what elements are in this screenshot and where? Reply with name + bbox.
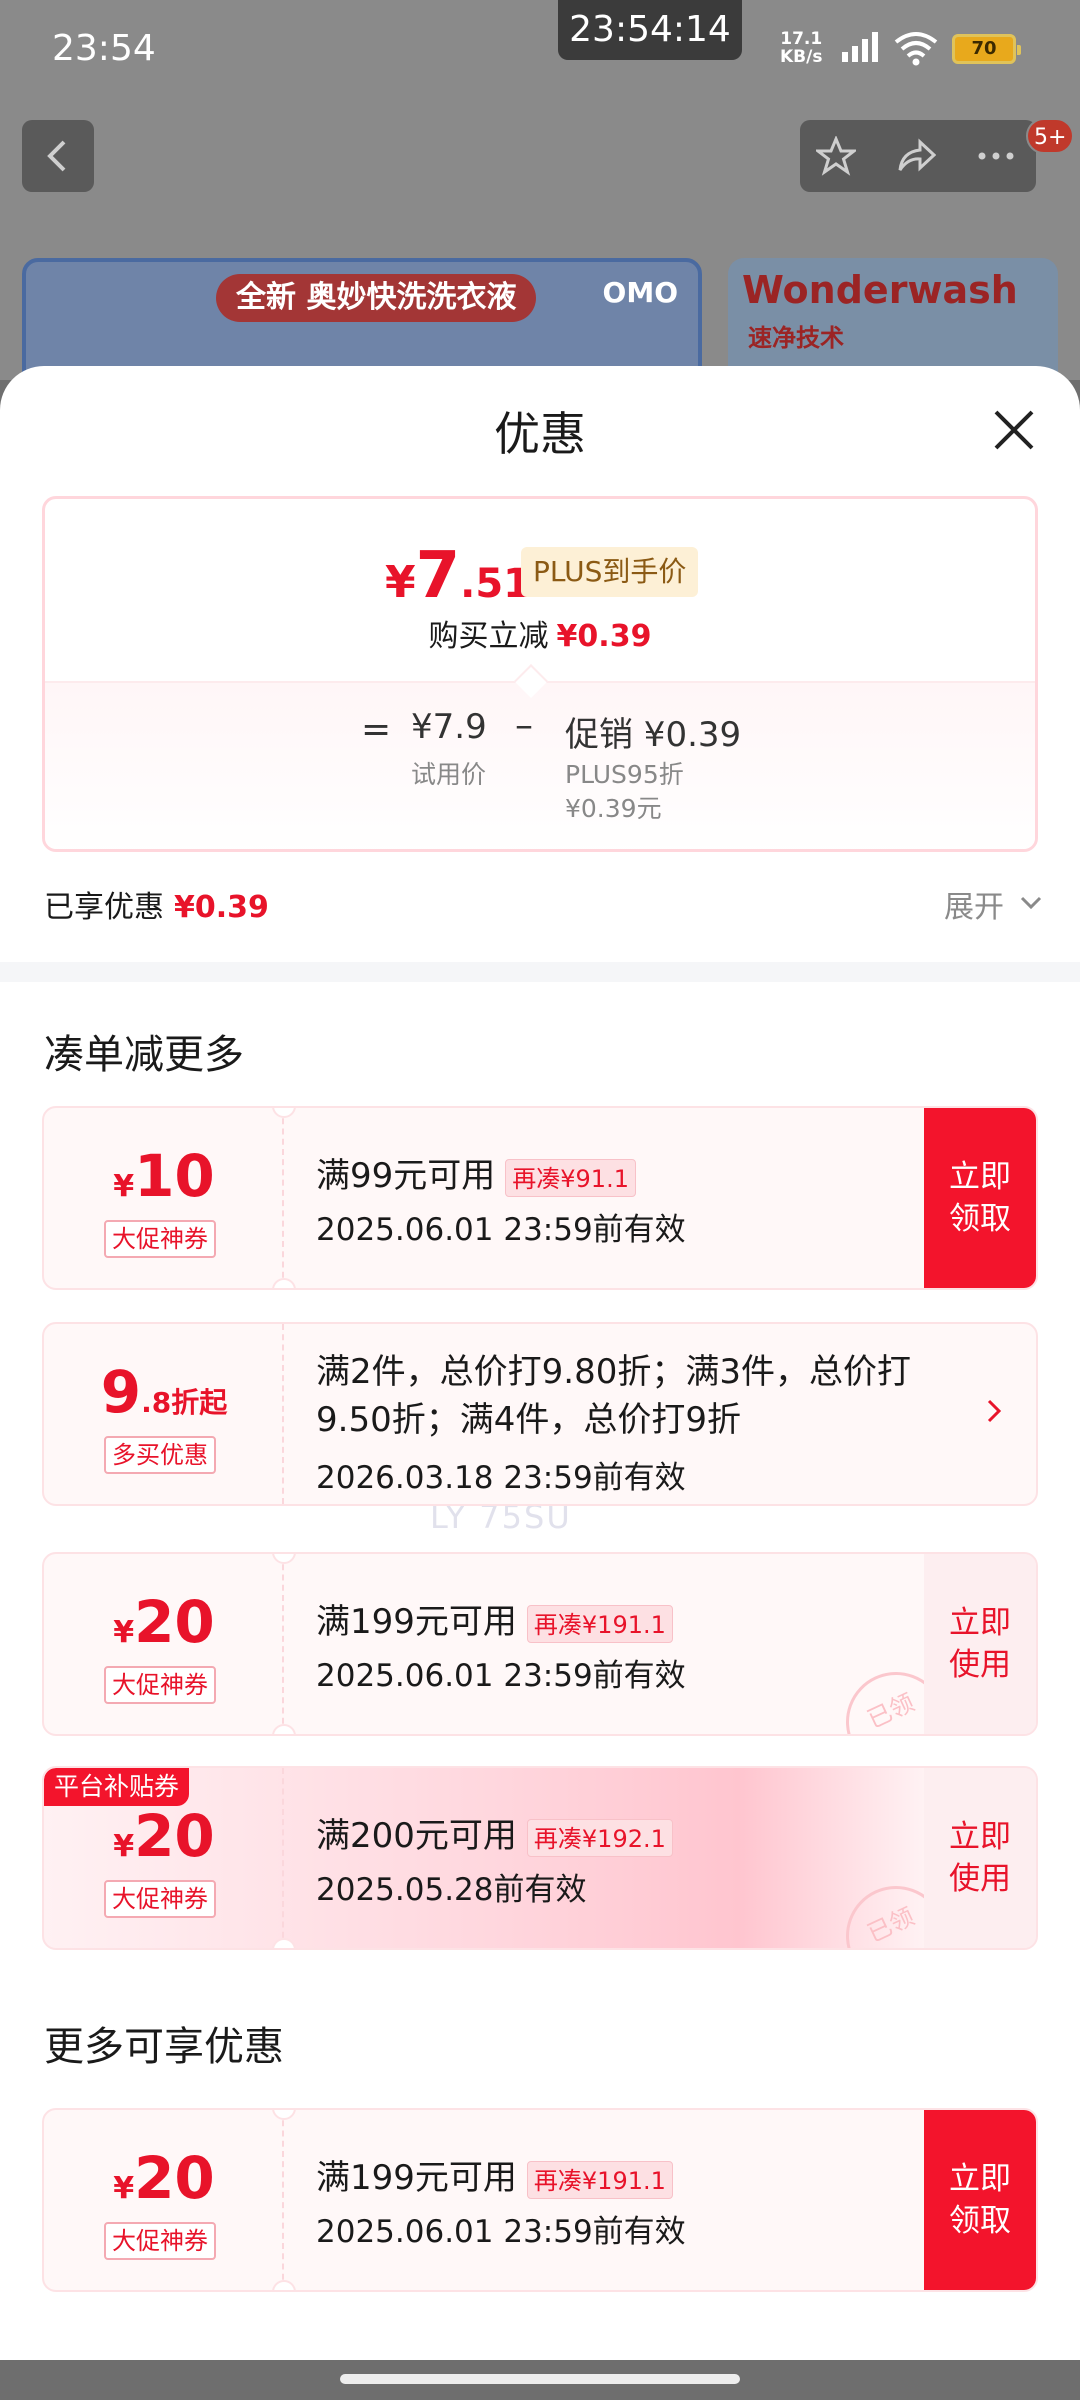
use-button[interactable]: 立即 使用: [924, 1768, 1036, 1948]
coupon-validity: 2025.06.01 23:59前有效: [316, 1212, 686, 1248]
status-bar: 23:54 23:54:14 17.1 KB/s 70: [0, 0, 1080, 100]
more-icon[interactable]: [976, 136, 1016, 176]
wifi-icon: [894, 32, 938, 66]
share-icon[interactable]: [896, 136, 936, 176]
claim-button[interactable]: 立即 领取: [924, 2110, 1036, 2290]
status-time: 23:54: [52, 28, 156, 69]
base-price-label: 试用价: [411, 760, 487, 789]
coupon-card: ¥10 大促神券 满99元可用 再凑¥91.1 2025.06.01 23:59前…: [42, 1106, 1038, 1290]
coupon-validity: 2026.03.18 23:59前有效: [316, 1460, 686, 1496]
coupon-amount: 9.8折起: [100, 1358, 228, 1426]
status-clock: 23:54:14: [558, 0, 742, 60]
coupon-type-badge: 大促神券: [104, 1880, 216, 1918]
base-price: ¥7.9: [411, 707, 487, 747]
notification-badge: 5+: [1026, 118, 1075, 154]
nav-actions: [800, 120, 1036, 192]
coupon-amount: ¥20: [113, 1802, 215, 1870]
promo-discount: 促销 ¥0.39: [565, 715, 742, 755]
banner-title: Wonderwash: [742, 268, 1018, 312]
brand-logo: OMO: [602, 276, 678, 309]
coupon-card: ¥20 大促神券 满199元可用 再凑¥191.1 2025.06.01 23:5…: [42, 2108, 1038, 2292]
coupon-card-platform: 平台补贴券 ¥20 大促神券 满200元可用 再凑¥192.1 2025.05.2…: [42, 1766, 1038, 1950]
star-icon[interactable]: [816, 136, 856, 176]
home-indicator[interactable]: [340, 2374, 740, 2384]
plus-price-tag: PLUS到手价: [521, 547, 699, 597]
add-more-tag: 再凑¥91.1: [505, 1158, 636, 1197]
platform-subsidy-tag: 平台补贴券: [44, 1768, 190, 1806]
coupon-condition: 满99元可用 再凑¥91.1: [316, 1148, 636, 1197]
coupon-amount: ¥20: [113, 1588, 215, 1656]
add-more-tag: 再凑¥191.1: [526, 1604, 673, 1643]
banner-tag: 全新 奥妙快洗洗衣液: [216, 274, 537, 322]
price-summary-card: ¥7.51 PLUS到手价 购买立减 ¥0.39 = ¥7.9 试用价 – 促销 …: [42, 496, 1038, 852]
signal-icon: [842, 32, 878, 62]
background-page: 23:54 23:54:14 17.1 KB/s 70 5+ 全新 奥妙快洗洗衣…: [0, 0, 1080, 398]
coupon-type-badge: 多买优惠: [104, 1436, 216, 1474]
coupon-validity: 2025.06.01 23:59前有效: [316, 2214, 686, 2250]
coupon-card: ¥20 大促神券 满199元可用 再凑¥191.1 2025.06.01 23:5…: [42, 1552, 1038, 1736]
section-title-combine: 凑单减更多: [44, 1032, 244, 1078]
section-title-more: 更多可享优惠: [44, 2024, 284, 2070]
coupon-condition: 满199元可用 再凑¥191.1: [316, 2150, 673, 2199]
add-more-tag: 再凑¥192.1: [526, 1818, 673, 1857]
battery-indicator: 70: [952, 34, 1021, 64]
minus-sign: –: [515, 705, 533, 746]
sheet-title: 优惠: [494, 407, 586, 461]
coupon-amount: ¥10: [113, 1142, 215, 1210]
expand-button[interactable]: 展开: [944, 882, 1042, 926]
coupon-condition: 满2件，总价打9.80折；满3件，总价打 9.50折；满4件，总价打9折: [316, 1352, 911, 1440]
chevron-right-icon[interactable]: [986, 1398, 1002, 1424]
coupon-type-badge: 大促神券: [104, 2222, 216, 2260]
use-button[interactable]: 立即 使用: [924, 1554, 1036, 1734]
multi-buy-offer[interactable]: 9.8折起 多买优惠 满2件，总价打9.80折；满3件，总价打 9.50折；满4…: [42, 1322, 1038, 1506]
claim-button[interactable]: 立即 领取: [924, 1108, 1036, 1288]
chevron-down-icon: [1020, 896, 1042, 910]
promo-detail-amount: ¥0.39元: [565, 794, 662, 823]
coupon-validity: 2025.05.28前有效: [316, 1872, 587, 1908]
coupon-condition: 满199元可用 再凑¥191.1: [316, 1594, 673, 1643]
enjoyed-discount: 已享优惠 ¥0.39: [44, 890, 269, 925]
promo-detail: PLUS95折: [565, 760, 684, 789]
equals-sign: =: [361, 709, 392, 750]
discount-sheet: 优惠 ¥7.51 PLUS到手价 购买立减 ¥0.39 = ¥7.9 试用价 – …: [0, 366, 1080, 2360]
banner-subtitle: 速净技术: [748, 324, 844, 352]
network-speed: 17.1 KB/s: [780, 29, 823, 67]
close-icon[interactable]: [990, 406, 1038, 454]
coupon-amount: ¥20: [113, 2144, 215, 2212]
coupon-type-badge: 大促神券: [104, 1666, 216, 1704]
add-more-tag: 再凑¥191.1: [526, 2160, 673, 2199]
back-icon: [47, 140, 66, 172]
coupon-validity: 2025.06.01 23:59前有效: [316, 1658, 686, 1694]
final-price: ¥7.51: [385, 539, 532, 613]
instant-reduction: 购买立减 ¥0.39: [428, 619, 652, 654]
price-breakdown: [45, 681, 1035, 849]
coupon-condition: 满200元可用 再凑¥192.1: [316, 1808, 673, 1857]
back-button[interactable]: [22, 120, 94, 192]
section-divider: [0, 962, 1080, 982]
coupon-type-badge: 大促神券: [104, 1220, 216, 1258]
